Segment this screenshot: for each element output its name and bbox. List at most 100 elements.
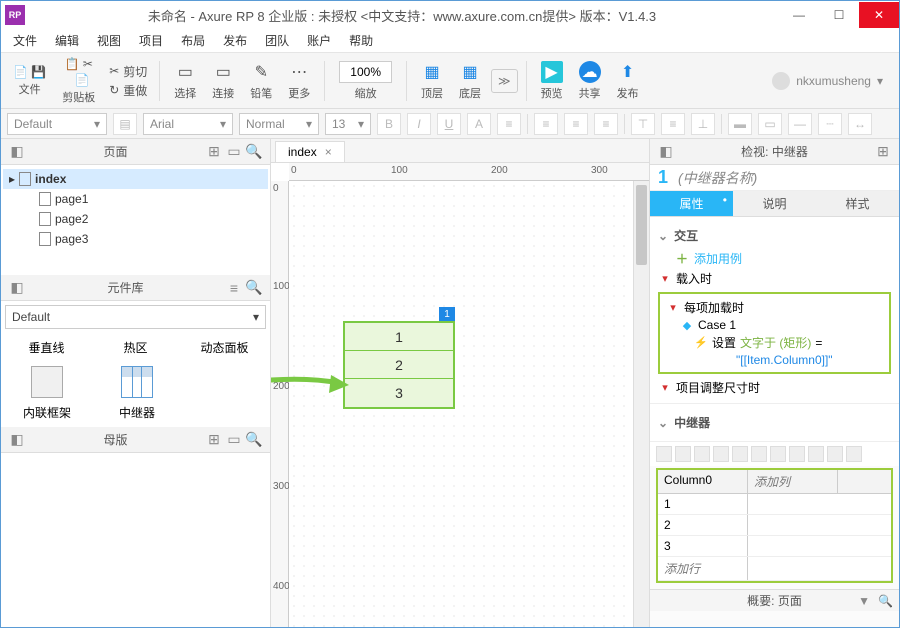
data-tool[interactable]: [808, 446, 824, 462]
arrow-button[interactable]: ↔: [848, 113, 872, 135]
menu-publish[interactable]: 发布: [215, 30, 255, 51]
widget-name-input[interactable]: (中继器名称): [678, 168, 757, 188]
data-tool[interactable]: [694, 446, 710, 462]
data-tool[interactable]: [827, 446, 843, 462]
style-select[interactable]: Default▾: [7, 113, 107, 135]
inspector-menu-icon[interactable]: ⊞: [873, 143, 893, 160]
tab-style[interactable]: 样式: [816, 191, 899, 217]
line-width-button[interactable]: —: [788, 113, 812, 135]
tool-share[interactable]: ☁共享: [573, 61, 607, 101]
user-menu[interactable]: nkxumusheng ▾: [762, 72, 893, 90]
weight-select[interactable]: Normal▾: [239, 113, 319, 135]
data-cell[interactable]: 1: [658, 494, 748, 514]
tool-clipboard[interactable]: 📋 ✂ 📄 剪贴板: [56, 57, 101, 105]
section-repeater[interactable]: ⌄中继器: [658, 410, 891, 435]
library-select[interactable]: Default▾: [5, 305, 266, 329]
add-folder-icon[interactable]: ▭: [224, 143, 244, 160]
line-style-button[interactable]: ┈: [818, 113, 842, 135]
tree-item-page3[interactable]: page3: [3, 229, 268, 249]
search-icon[interactable]: 🔍: [244, 279, 264, 296]
maximize-button[interactable]: ☐: [819, 2, 859, 28]
tool-select[interactable]: ▭选择: [168, 61, 202, 101]
menu-help[interactable]: 帮助: [341, 30, 381, 51]
lib-menu-icon[interactable]: ≡: [224, 280, 244, 296]
line-color-button[interactable]: ▭: [758, 113, 782, 135]
close-tab-icon[interactable]: ×: [325, 145, 332, 159]
close-button[interactable]: ✕: [859, 2, 899, 28]
data-tool[interactable]: [770, 446, 786, 462]
widget-iframe[interactable]: 内联框架: [17, 366, 77, 421]
font-color-button[interactable]: A: [467, 113, 491, 135]
align-left-button[interactable]: ≡: [534, 113, 558, 135]
widget-hotspot[interactable]: 热区: [106, 339, 165, 356]
data-tool[interactable]: [656, 446, 672, 462]
tool-preview[interactable]: ▶预览: [535, 61, 569, 101]
panel-collapse-icon[interactable]: ◧: [656, 143, 676, 160]
minimize-button[interactable]: —: [779, 2, 819, 28]
widget-vline[interactable]: 垂直线: [17, 339, 76, 356]
event-resize[interactable]: ▾项目调整尺寸时: [658, 378, 891, 397]
column-header[interactable]: Column0: [658, 470, 748, 493]
align-center-button[interactable]: ≡: [564, 113, 588, 135]
data-tool[interactable]: [751, 446, 767, 462]
add-folder-icon[interactable]: ▭: [224, 431, 244, 448]
widget-repeater[interactable]: 中继器: [107, 366, 167, 421]
add-page-icon[interactable]: ⊞: [204, 143, 224, 160]
tree-item-index[interactable]: ▸index: [3, 169, 268, 189]
bold-button[interactable]: B: [377, 113, 401, 135]
tool-file[interactable]: 📄 💾 文件: [7, 65, 52, 97]
data-cell[interactable]: 3: [658, 536, 748, 556]
tool-connect[interactable]: ▭连接: [206, 61, 240, 101]
italic-button[interactable]: I: [407, 113, 431, 135]
tool-more[interactable]: ⋯更多: [282, 61, 316, 101]
tool-redo[interactable]: ↻ 重做: [109, 82, 147, 99]
tab-notes[interactable]: 说明: [733, 191, 816, 217]
panel-collapse-icon[interactable]: ◧: [7, 143, 27, 160]
repeater-row[interactable]: 1: [345, 323, 453, 351]
search-icon[interactable]: 🔍: [878, 594, 893, 608]
search-icon[interactable]: 🔍: [244, 143, 264, 160]
tool-pen[interactable]: ✎铅笔: [244, 61, 278, 101]
tree-item-page2[interactable]: page2: [3, 209, 268, 229]
action-settext[interactable]: ⚡设置 文字于 (矩形) =: [666, 333, 883, 352]
menu-view[interactable]: 视图: [89, 30, 129, 51]
menu-project[interactable]: 项目: [131, 30, 171, 51]
add-column[interactable]: 添加列: [748, 470, 838, 493]
canvas-scrollbar[interactable]: [633, 181, 649, 627]
repeater-dataset[interactable]: Column0 添加列 1 2 3 添加行: [656, 468, 893, 583]
underline-button[interactable]: U: [437, 113, 461, 135]
case-1[interactable]: ◆Case 1: [666, 317, 883, 333]
valign-bot-button[interactable]: ⊥: [691, 113, 715, 135]
align-right-button[interactable]: ≡: [594, 113, 618, 135]
event-onload[interactable]: ▾载入时: [658, 269, 891, 288]
data-cell[interactable]: 2: [658, 515, 748, 535]
tree-item-page1[interactable]: page1: [3, 189, 268, 209]
panel-collapse-icon[interactable]: ◧: [7, 431, 27, 448]
menu-arrange[interactable]: 布局: [173, 30, 213, 51]
valign-mid-button[interactable]: ≡: [661, 113, 685, 135]
add-row[interactable]: 添加行: [658, 557, 748, 580]
tool-zoom[interactable]: 100% 缩放: [333, 61, 398, 101]
add-master-icon[interactable]: ⊞: [204, 431, 224, 448]
event-itemload[interactable]: ▾每项加载时: [666, 298, 883, 317]
outline-footer[interactable]: 概要: 页面 ▼🔍: [650, 589, 899, 611]
tab-properties[interactable]: 属性: [650, 191, 733, 217]
data-tool[interactable]: [732, 446, 748, 462]
filter-icon[interactable]: ▼: [858, 594, 870, 608]
style-manager-icon[interactable]: ▤: [113, 113, 137, 135]
section-interactions[interactable]: ⌄交互: [658, 223, 891, 248]
add-case-link[interactable]: ＋添加用例: [658, 248, 891, 269]
panel-collapse-icon[interactable]: ◧: [7, 279, 27, 296]
canvas-page[interactable]: 1 1 2 3: [289, 181, 649, 627]
menu-account[interactable]: 账户: [299, 30, 339, 51]
menu-team[interactable]: 团队: [257, 30, 297, 51]
tool-publish[interactable]: ⬆发布: [611, 61, 645, 101]
tool-cut[interactable]: ✂ 剪切: [109, 63, 147, 80]
tool-top[interactable]: ▦顶层: [415, 61, 449, 101]
repeater-row[interactable]: 3: [345, 379, 453, 407]
tool-overflow[interactable]: ≫: [491, 69, 518, 93]
size-select[interactable]: 13▾: [325, 113, 371, 135]
menu-edit[interactable]: 编辑: [47, 30, 87, 51]
bullets-button[interactable]: ≡: [497, 113, 521, 135]
repeater-row[interactable]: 2: [345, 351, 453, 379]
